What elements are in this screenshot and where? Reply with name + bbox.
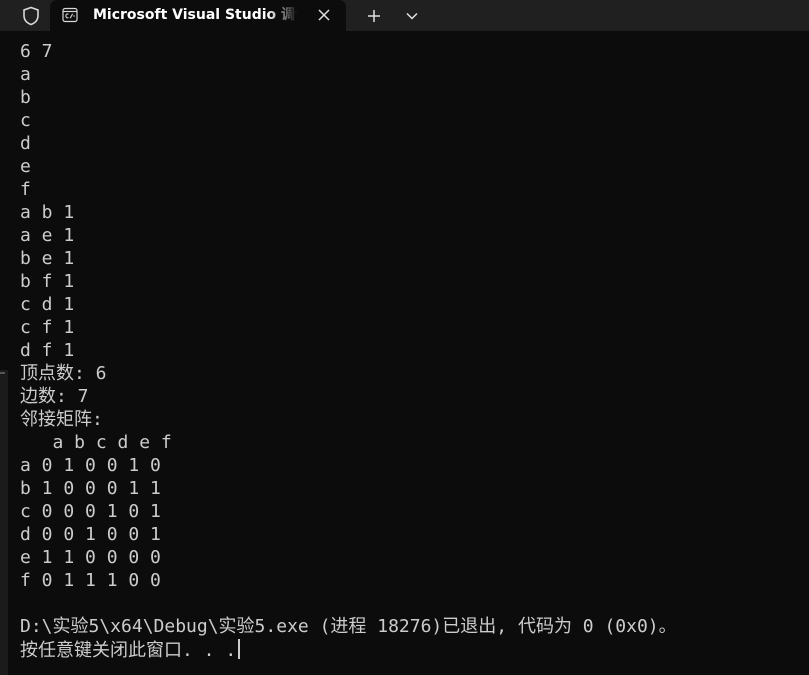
text-cursor [238, 639, 241, 659]
new-tab-button[interactable] [359, 3, 389, 29]
program-output: 6 7 a b c d e f a b 1 a e 1 b e 1 b f 1 … [20, 41, 172, 591]
tab-dropdown-button[interactable] [397, 3, 427, 29]
plus-icon [368, 10, 380, 22]
exit-message: D:\实验5\x64\Debug\实验5.exe (进程 18276)已退出, … [20, 616, 677, 637]
background-window-mark [0, 372, 5, 374]
background-window-edge [0, 370, 8, 675]
shield-icon[interactable] [18, 3, 44, 29]
tab-debug-console[interactable]: Microsoft Visual Studio 调试控制台 [50, 0, 346, 31]
terminal-window: Microsoft Visual Studio 调试控制台 6 7 a b c … [0, 0, 809, 675]
close-prompt-text: 按任意键关闭此窗口. . . [20, 640, 237, 661]
console-app-icon [62, 7, 78, 23]
close-prompt: 按任意键关闭此窗口. . . [20, 639, 241, 662]
tab-bar: Microsoft Visual Studio 调试控制台 [0, 0, 809, 31]
close-icon[interactable] [312, 3, 336, 27]
chevron-down-icon [406, 12, 418, 20]
tab-title: Microsoft Visual Studio 调试控制台 [93, 7, 298, 23]
console-area[interactable]: 6 7 a b c d e f a b 1 a e 1 b e 1 b f 1 … [0, 31, 809, 675]
